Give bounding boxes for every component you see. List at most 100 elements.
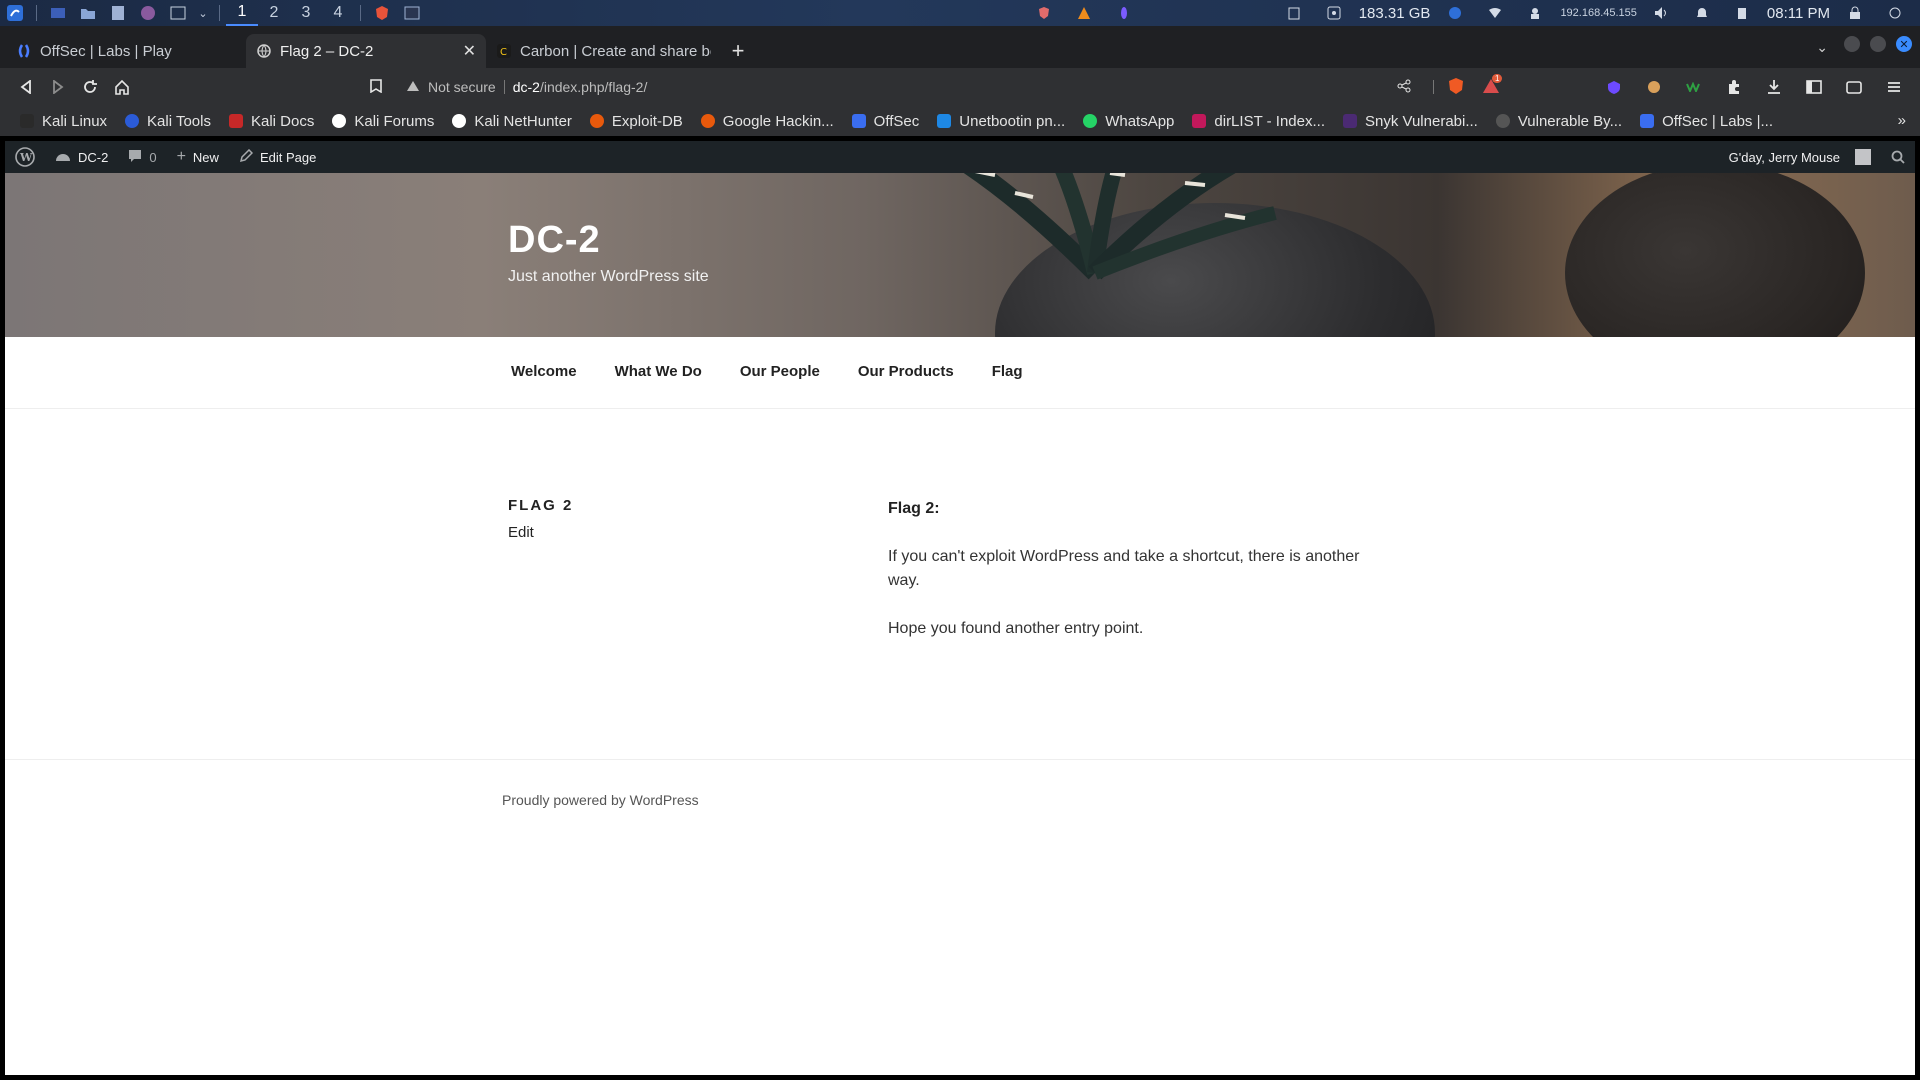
wp-search-icon[interactable] xyxy=(1881,141,1915,173)
workspace-1[interactable]: 1 xyxy=(226,0,258,26)
tab-flag-2[interactable]: Flag 2 – DC-2 ✕ xyxy=(246,34,486,68)
bookmark-whatsapp[interactable]: WhatsApp xyxy=(1083,113,1174,130)
back-icon[interactable] xyxy=(10,71,42,103)
tab-carbon[interactable]: C Carbon | Create and share bea xyxy=(486,34,721,68)
wp-new-content-link[interactable]: + New xyxy=(167,141,229,173)
kali-menu-icon[interactable] xyxy=(4,3,26,23)
powered-by-link[interactable]: Proudly powered by WordPress xyxy=(502,792,699,808)
feather-tray-icon[interactable] xyxy=(1113,3,1135,23)
close-window-button[interactable]: ✕ xyxy=(1896,36,1912,52)
bookmark-offsec-labs[interactable]: OffSec | Labs |... xyxy=(1640,113,1773,130)
site-title[interactable]: DC-2 xyxy=(508,219,601,262)
bookmark-label: OffSec xyxy=(873,112,920,130)
clock[interactable]: 08:11 PM xyxy=(1767,5,1830,22)
reload-icon[interactable] xyxy=(74,71,106,103)
bookmark-kali-nethunter[interactable]: Kali NetHunter xyxy=(452,113,572,130)
nav-item-flag[interactable]: Flag xyxy=(973,363,1042,380)
bookmark-exploit-db[interactable]: Exploit-DB xyxy=(589,113,683,130)
terminal-icon[interactable] xyxy=(167,3,189,23)
security-status[interactable]: Not secure xyxy=(428,79,496,95)
volume-icon[interactable] xyxy=(1651,3,1673,23)
bookmarks-overflow-icon[interactable]: » xyxy=(1898,112,1906,129)
nav-item-what-we-do[interactable]: What We Do xyxy=(596,363,721,380)
bookmark-label: Kali Docs xyxy=(250,112,315,130)
network-user-icon xyxy=(1524,3,1546,23)
cookie-editor-icon[interactable] xyxy=(1638,71,1670,103)
bookmark-kali-linux[interactable]: Kali Linux xyxy=(20,113,107,130)
logout-icon[interactable] xyxy=(1884,3,1906,23)
menu-hamburger-icon[interactable] xyxy=(1878,71,1910,103)
address-bar[interactable]: Not secure dc-2/index.php/flag-2/ 1 xyxy=(370,72,1503,102)
extensions-puzzle-icon[interactable] xyxy=(1718,71,1750,103)
workspace-4[interactable]: 4 xyxy=(322,0,354,26)
brave-tray-icon[interactable] xyxy=(1033,3,1055,23)
workspace-2[interactable]: 2 xyxy=(258,0,290,26)
show-desktop-icon[interactable] xyxy=(47,3,69,23)
terminal-task-icon[interactable] xyxy=(401,3,423,23)
pencil-icon xyxy=(239,148,253,166)
edit-link[interactable]: Edit xyxy=(508,524,534,541)
maximize-button[interactable] xyxy=(1870,36,1886,52)
wp-account-menu[interactable]: G'day, Jerry Mouse xyxy=(1719,141,1881,173)
sidebar-icon[interactable] xyxy=(1798,71,1830,103)
bookmark-label: Vulnerable By... xyxy=(1517,112,1623,130)
nav-item-our-products[interactable]: Our Products xyxy=(839,363,973,380)
bookmark-icon[interactable] xyxy=(370,78,382,96)
bookmark-google-hacking[interactable]: Google Hackin... xyxy=(700,113,834,130)
wp-edit-page-link[interactable]: Edit Page xyxy=(229,141,326,173)
bookmark-kali-docs[interactable]: Kali Docs xyxy=(228,112,315,130)
url-host[interactable]: dc-2 xyxy=(513,79,540,95)
kali-tools-icon xyxy=(125,114,140,128)
nav-item-welcome[interactable]: Welcome xyxy=(492,363,596,380)
close-tab-icon[interactable]: ✕ xyxy=(463,41,476,61)
text-editor-icon[interactable] xyxy=(107,3,129,23)
wp-comments-link[interactable]: 0 xyxy=(118,141,166,173)
exploit-db-icon xyxy=(589,114,604,128)
tab-offsec-labs[interactable]: OffSec | Labs | Play xyxy=(6,34,246,68)
brave-shields-icon[interactable] xyxy=(1448,77,1464,98)
url-path[interactable]: /index.php/flag-2/ xyxy=(540,79,647,95)
file-manager-icon[interactable] xyxy=(77,3,99,23)
toolbar-extensions xyxy=(1598,71,1910,103)
downloads-icon[interactable] xyxy=(1758,71,1790,103)
bookmark-kali-tools[interactable]: Kali Tools xyxy=(125,113,211,130)
exploit-db-icon xyxy=(700,114,715,128)
share-icon[interactable] xyxy=(1397,79,1411,96)
brave-task-icon[interactable] xyxy=(371,3,393,23)
new-tab-button[interactable]: + xyxy=(721,34,755,68)
nav-item-our-people[interactable]: Our People xyxy=(721,363,839,380)
wallet-icon[interactable] xyxy=(1838,71,1870,103)
panel-separator xyxy=(219,5,220,21)
bookmark-dirlist[interactable]: dirLIST - Index... xyxy=(1192,113,1325,130)
bookmark-snyk[interactable]: Snyk Vulnerabi... xyxy=(1343,113,1478,130)
chevron-down-icon[interactable]: ⌄ xyxy=(197,3,209,23)
proton-vpn-icon[interactable] xyxy=(1598,71,1630,103)
offsec-icon xyxy=(851,114,866,128)
wp-admin-bar: W DC-2 0 + New Edit Page G'day, Jerry Mou… xyxy=(5,141,1915,173)
vlc-tray-icon[interactable] xyxy=(1073,3,1095,23)
wappalyzer-icon[interactable] xyxy=(1678,71,1710,103)
brave-rewards-icon[interactable]: 1 xyxy=(1482,73,1503,97)
forward-icon[interactable] xyxy=(42,71,74,103)
bookmark-offsec[interactable]: OffSec xyxy=(851,112,920,130)
kali-docs-icon xyxy=(228,114,243,128)
offsec-icon xyxy=(1640,114,1655,128)
workspace-3[interactable]: 3 xyxy=(290,0,322,26)
lock-icon[interactable] xyxy=(1844,3,1866,23)
bookmark-unetbootin[interactable]: Unetbootin pn... xyxy=(937,113,1065,130)
wordpress-logo-icon[interactable]: W xyxy=(5,141,45,173)
window-controls: ✕ xyxy=(1844,36,1912,52)
tab-list-chevron-icon[interactable]: ⌄ xyxy=(1816,39,1828,56)
wp-site-link[interactable]: DC-2 xyxy=(45,141,118,173)
clipboard-icon[interactable] xyxy=(1283,3,1305,23)
vpn-icon[interactable] xyxy=(1444,3,1466,23)
bookmark-vulnhub[interactable]: Vulnerable By... xyxy=(1495,112,1623,130)
notification-bell-icon[interactable] xyxy=(1691,3,1713,23)
home-icon[interactable] xyxy=(106,71,138,103)
wifi-icon[interactable] xyxy=(1484,3,1506,23)
tab-title: Flag 2 – DC-2 xyxy=(280,42,374,60)
minimize-button[interactable] xyxy=(1844,36,1860,52)
firefox-icon[interactable] xyxy=(137,3,159,23)
warning-icon[interactable] xyxy=(406,79,420,95)
bookmark-kali-forums[interactable]: Kali Forums xyxy=(332,113,434,130)
